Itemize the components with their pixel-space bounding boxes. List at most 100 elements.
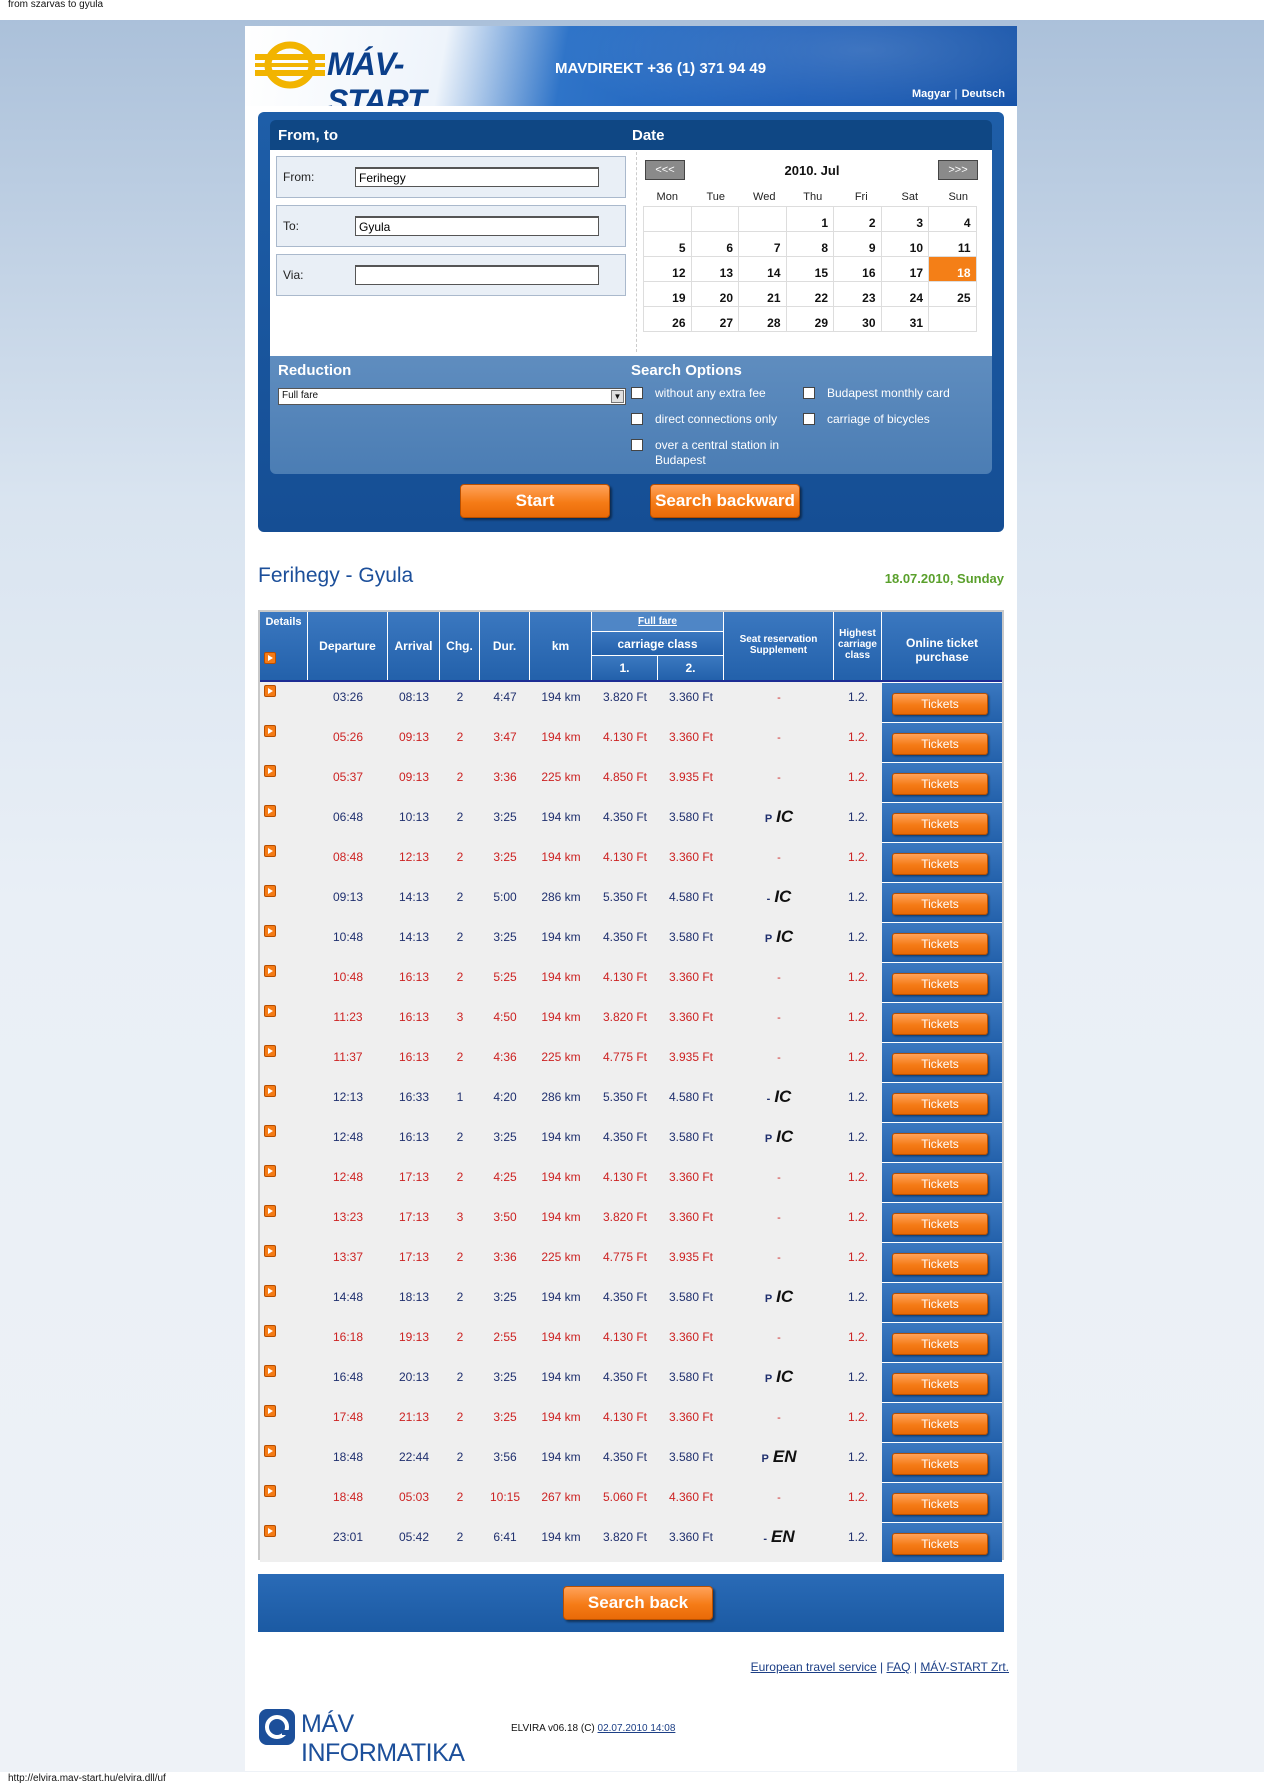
expand-details-icon[interactable] [264, 1405, 276, 1417]
expand-details-icon[interactable] [264, 1365, 276, 1377]
expand-details-icon[interactable] [264, 1325, 276, 1337]
tickets-button[interactable]: Tickets [892, 1453, 988, 1475]
calendar-day[interactable]: 19 [643, 281, 692, 307]
expand-details-icon[interactable] [264, 1485, 276, 1497]
calendar-day[interactable]: 30 [833, 306, 882, 332]
calendar-day[interactable]: 17 [880, 256, 929, 282]
reduction-select[interactable]: Full fare ▼ [278, 388, 626, 405]
expand-details-icon[interactable] [264, 1445, 276, 1457]
link-european-travel[interactable]: European travel service [751, 1660, 877, 1674]
link-faq[interactable]: FAQ [887, 1660, 911, 1674]
calendar-day[interactable]: 29 [785, 306, 834, 332]
calendar-day[interactable]: 14 [738, 256, 787, 282]
calendar-day[interactable]: 1 [785, 206, 834, 232]
expand-details-icon[interactable] [264, 845, 276, 857]
expand-details-icon[interactable] [264, 805, 276, 817]
via-input[interactable] [355, 265, 599, 285]
tickets-button[interactable]: Tickets [892, 1133, 988, 1155]
calendar-day[interactable]: 21 [738, 281, 787, 307]
expand-details-icon[interactable] [264, 1205, 276, 1217]
calendar-day[interactable]: 13 [690, 256, 739, 282]
tickets-button[interactable]: Tickets [892, 1093, 988, 1115]
checkbox-bicycles[interactable] [803, 413, 815, 425]
checkbox-no-extra-fee[interactable] [631, 387, 643, 399]
calendar-day[interactable]: 31 [880, 306, 929, 332]
calendar-day[interactable]: 7 [738, 231, 787, 257]
checkbox-direct-only[interactable] [631, 413, 643, 425]
tickets-button[interactable]: Tickets [892, 693, 988, 715]
calendar-next-button[interactable]: >>> [938, 160, 978, 180]
calendar-day[interactable]: 18 [928, 256, 977, 282]
elvira-date-link[interactable]: 02.07.2010 14:08 [598, 1723, 676, 1734]
search-back-button[interactable]: Search back [563, 1586, 713, 1620]
expand-details-icon[interactable] [264, 1165, 276, 1177]
tickets-button[interactable]: Tickets [892, 813, 988, 835]
expand-details-icon[interactable] [264, 885, 276, 897]
expand-details-icon[interactable] [264, 1085, 276, 1097]
expand-details-icon[interactable] [264, 1285, 276, 1297]
tickets-button[interactable]: Tickets [892, 973, 988, 995]
tickets-button[interactable]: Tickets [892, 1253, 988, 1275]
calendar-day[interactable]: 8 [785, 231, 834, 257]
expand-details-icon[interactable] [264, 1005, 276, 1017]
tickets-button[interactable]: Tickets [892, 1173, 988, 1195]
tickets-button[interactable]: Tickets [892, 733, 988, 755]
calendar-day[interactable]: 11 [928, 231, 977, 257]
expand-details-icon[interactable] [264, 925, 276, 937]
checkbox-monthly-card[interactable] [803, 387, 815, 399]
calendar-day[interactable]: 12 [643, 256, 692, 282]
tickets-button[interactable]: Tickets [892, 1213, 988, 1235]
calendar-day[interactable]: 25 [928, 281, 977, 307]
to-input[interactable] [355, 216, 599, 236]
expand-details-icon[interactable] [264, 1045, 276, 1057]
calendar-day[interactable]: 23 [833, 281, 882, 307]
tickets-button[interactable]: Tickets [892, 1373, 988, 1395]
expand-details-icon[interactable] [264, 685, 276, 697]
expand-details-icon[interactable] [264, 1125, 276, 1137]
tickets-button[interactable]: Tickets [892, 1413, 988, 1435]
calendar-day[interactable]: 22 [785, 281, 834, 307]
calendar-day[interactable]: 3 [880, 206, 929, 232]
arrival-time: 21:13 [398, 1410, 430, 1424]
calendar-day[interactable]: 16 [833, 256, 882, 282]
tickets-button[interactable]: Tickets [892, 1293, 988, 1315]
expand-details-icon[interactable] [264, 1245, 276, 1257]
expand-details-icon[interactable] [264, 765, 276, 777]
tickets-button[interactable]: Tickets [892, 1013, 988, 1035]
tickets-button[interactable]: Tickets [892, 853, 988, 875]
calendar-day[interactable]: 6 [690, 231, 739, 257]
arrival-time: 16:13 [398, 970, 430, 984]
expand-details-icon[interactable] [264, 965, 276, 977]
lang-deutsch[interactable]: Deutsch [962, 88, 1005, 100]
header-full-fare-link[interactable]: Full fare [592, 612, 724, 632]
calendar-day[interactable]: 5 [643, 231, 692, 257]
tickets-button[interactable]: Tickets [892, 1493, 988, 1515]
calendar-day[interactable]: 10 [880, 231, 929, 257]
mav-start-logo[interactable]: MÁV-START [255, 40, 485, 106]
calendar-day[interactable]: 4 [928, 206, 977, 232]
expand-all-icon[interactable] [264, 652, 276, 664]
calendar-day[interactable]: 28 [738, 306, 787, 332]
calendar-day[interactable]: 2 [833, 206, 882, 232]
start-button[interactable]: Start [460, 484, 610, 518]
search-backward-button[interactable]: Search backward [650, 484, 800, 518]
lang-magyar[interactable]: Magyar [912, 88, 951, 100]
link-mav-start[interactable]: MÁV-START Zrt. [920, 1660, 1009, 1674]
tickets-button[interactable]: Tickets [892, 773, 988, 795]
calendar-day[interactable]: 27 [690, 306, 739, 332]
tickets-button[interactable]: Tickets [892, 1533, 988, 1555]
checkbox-central-station[interactable] [631, 439, 643, 451]
calendar-day[interactable]: 15 [785, 256, 834, 282]
tickets-button[interactable]: Tickets [892, 1333, 988, 1355]
tickets-button[interactable]: Tickets [892, 933, 988, 955]
calendar-day[interactable]: 20 [690, 281, 739, 307]
expand-details-icon[interactable] [264, 1525, 276, 1537]
from-input[interactable] [355, 167, 599, 187]
tickets-button[interactable]: Tickets [892, 893, 988, 915]
calendar-day[interactable]: 26 [643, 306, 692, 332]
calendar-day[interactable]: 24 [880, 281, 929, 307]
tickets-button[interactable]: Tickets [892, 1053, 988, 1075]
expand-details-icon[interactable] [264, 725, 276, 737]
dropdown-arrow-icon[interactable]: ▼ [611, 390, 624, 403]
calendar-day[interactable]: 9 [833, 231, 882, 257]
